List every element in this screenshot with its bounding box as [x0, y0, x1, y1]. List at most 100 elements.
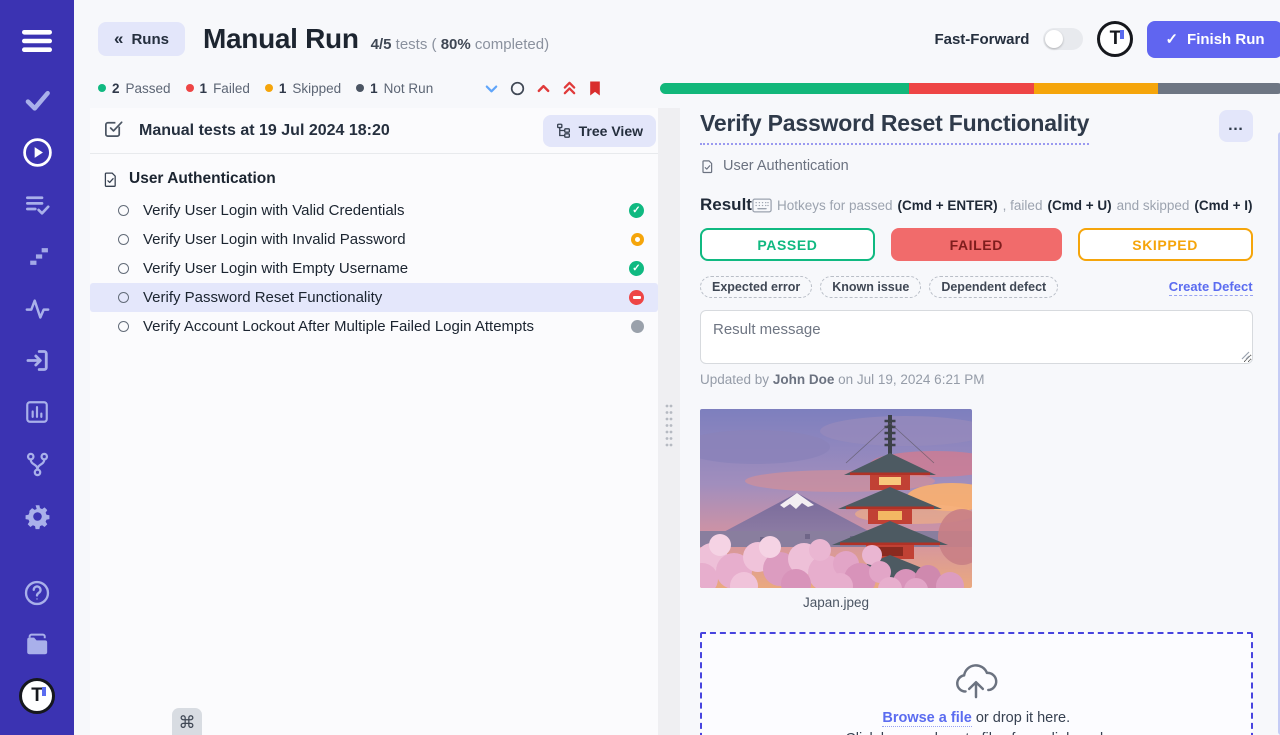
- sidebar-item-runs[interactable]: [22, 137, 53, 167]
- tag-expected-error[interactable]: Expected error: [700, 276, 812, 298]
- double-chevron-up-icon[interactable]: [562, 80, 577, 96]
- failed-button[interactable]: FAILED: [891, 228, 1062, 261]
- app-sidebar: T: [0, 0, 74, 735]
- chevron-down-icon[interactable]: [484, 81, 499, 96]
- skipped-dot-icon: [265, 84, 273, 92]
- progress-notrun-segment: [1158, 83, 1280, 94]
- failed-dot-icon: [186, 84, 194, 92]
- test-row[interactable]: Verify Password Reset Functionality: [90, 283, 658, 312]
- panel-resize-handle[interactable]: [658, 108, 680, 735]
- sidebar-item-projects-icon[interactable]: [23, 630, 52, 660]
- test-title: Verify Account Lockout After Multiple Fa…: [143, 318, 534, 335]
- upload-instruction: Browse a file or drop it here.: [882, 710, 1070, 726]
- tag-dependent-defect[interactable]: Dependent defect: [929, 276, 1058, 298]
- test-title: Verify Password Reset Functionality: [143, 289, 382, 306]
- sidebar-item-import-icon[interactable]: [24, 345, 51, 375]
- content-row: Manual tests at 19 Jul 2024 18:20 Tree V…: [90, 108, 1280, 735]
- app-logo[interactable]: T: [19, 678, 55, 714]
- detail-title-row: Verify Password Reset Functionality …: [700, 110, 1253, 145]
- count-skipped: 1 Skipped: [265, 81, 341, 96]
- attachment-filename: Japan.jpeg: [700, 595, 972, 610]
- page-header: « Runs Manual Run 4/5 tests ( 80% comple…: [98, 18, 1280, 60]
- tests-ratio: 4/5: [371, 36, 392, 53]
- checklist-icon: [103, 118, 124, 144]
- count-passed: 2 Passed: [98, 81, 171, 96]
- circle-outline-icon[interactable]: [510, 81, 525, 96]
- tag-row: Expected error Known issue Dependent def…: [700, 276, 1253, 298]
- updated-prefix: Updated by: [700, 372, 769, 387]
- t-logo-icon[interactable]: T: [19, 678, 55, 714]
- sidebar-item-steps-icon[interactable]: [25, 241, 50, 271]
- notrun-dot-icon: [356, 84, 364, 92]
- drag-dots-icon: [665, 403, 673, 447]
- result-header: Result Hotkeys for passed (Cmd + ENTER) …: [700, 195, 1253, 215]
- sidebar-item-plans-icon[interactable]: [24, 189, 51, 219]
- browse-file-link[interactable]: Browse a file: [882, 710, 971, 727]
- paste-instruction: Click here and paste files from clipboar…: [845, 731, 1107, 735]
- skipped-button[interactable]: SKIPPED: [1078, 228, 1253, 261]
- test-detail-panel: Verify Password Reset Functionality … Us…: [680, 108, 1280, 735]
- suite-name: User Authentication: [129, 170, 276, 188]
- testomat-logo-icon[interactable]: T: [1097, 21, 1133, 57]
- sidebar-item-tests[interactable]: [24, 85, 51, 115]
- test-row[interactable]: Verify User Login with Valid Credentials: [90, 196, 658, 225]
- create-defect-link[interactable]: Create Defect: [1169, 279, 1253, 296]
- result-message-wrap: [700, 310, 1253, 364]
- test-title: Verify User Login with Valid Credentials: [143, 202, 405, 219]
- notrun-count: 1: [370, 81, 378, 96]
- finish-run-label: Finish Run: [1187, 31, 1265, 48]
- count-notrun: 1 Not Run: [356, 81, 433, 96]
- sidebar-item-help-icon[interactable]: [23, 578, 51, 608]
- finish-run-button[interactable]: ✓ Finish Run: [1147, 21, 1280, 58]
- sidebar-item-reports-icon[interactable]: [24, 397, 50, 427]
- completed-word: completed): [475, 36, 549, 53]
- menu-icon[interactable]: [22, 26, 52, 56]
- passed-label: Passed: [126, 81, 171, 96]
- more-options-button[interactable]: …: [1219, 110, 1253, 142]
- test-row[interactable]: Verify User Login with Invalid Password: [90, 225, 658, 254]
- upload-dropzone[interactable]: Browse a file or drop it here. Click her…: [700, 632, 1253, 735]
- tree-view-button[interactable]: Tree View: [543, 115, 656, 147]
- tree-view-icon: [556, 123, 571, 138]
- updated-author: John Doe: [773, 372, 835, 387]
- status-badge-icon: [629, 290, 644, 305]
- main-area: « Runs Manual Run 4/5 tests ( 80% comple…: [74, 0, 1280, 735]
- status-badge-icon: [631, 233, 644, 246]
- result-message-input[interactable]: [700, 310, 1253, 364]
- attachment-image[interactable]: [700, 409, 972, 588]
- test-row[interactable]: Verify User Login with Empty Username: [90, 254, 658, 283]
- header-actions: Fast-Forward T ✓ Finish Run: [934, 21, 1280, 58]
- hotkeys-hint: Hotkeys for passed (Cmd + ENTER) , faile…: [752, 198, 1253, 213]
- test-row[interactable]: Verify Account Lockout After Multiple Fa…: [90, 312, 658, 341]
- passed-count: 2: [112, 81, 120, 96]
- bookmark-icon[interactable]: [588, 80, 602, 97]
- page-title: Manual Run: [203, 23, 359, 55]
- fast-forward-toggle[interactable]: [1043, 28, 1083, 50]
- back-to-runs-label: Runs: [131, 31, 169, 48]
- chevron-up-icon[interactable]: [536, 81, 551, 96]
- sidebar-item-settings-icon[interactable]: [24, 501, 51, 531]
- radio-icon[interactable]: [118, 321, 129, 332]
- radio-icon[interactable]: [118, 205, 129, 216]
- tests-word: tests (: [396, 36, 437, 53]
- command-key-badge[interactable]: ⌘: [172, 708, 202, 735]
- suite-header[interactable]: User Authentication: [90, 162, 658, 196]
- tree-view-label: Tree View: [579, 123, 643, 139]
- test-title: Verify User Login with Invalid Password: [143, 231, 406, 248]
- passed-button[interactable]: PASSED: [700, 228, 875, 261]
- failed-label: Failed: [213, 81, 250, 96]
- breadcrumb[interactable]: User Authentication: [700, 158, 1253, 174]
- suite-doc-icon: [102, 171, 119, 188]
- sidebar-item-branches-icon[interactable]: [24, 449, 51, 479]
- radio-icon[interactable]: [118, 292, 129, 303]
- radio-icon[interactable]: [118, 263, 129, 274]
- sidebar-item-activity-icon[interactable]: [24, 293, 51, 323]
- tag-known-issue[interactable]: Known issue: [820, 276, 921, 298]
- radio-icon[interactable]: [118, 234, 129, 245]
- back-to-runs-button[interactable]: « Runs: [98, 22, 185, 56]
- run-panel-header: Manual tests at 19 Jul 2024 18:20 Tree V…: [90, 108, 658, 154]
- attachment[interactable]: Japan.jpeg: [700, 409, 972, 610]
- run-progress-bar: [660, 83, 1280, 94]
- detail-title[interactable]: Verify Password Reset Functionality: [700, 110, 1089, 145]
- status-filter-icons: [484, 80, 602, 97]
